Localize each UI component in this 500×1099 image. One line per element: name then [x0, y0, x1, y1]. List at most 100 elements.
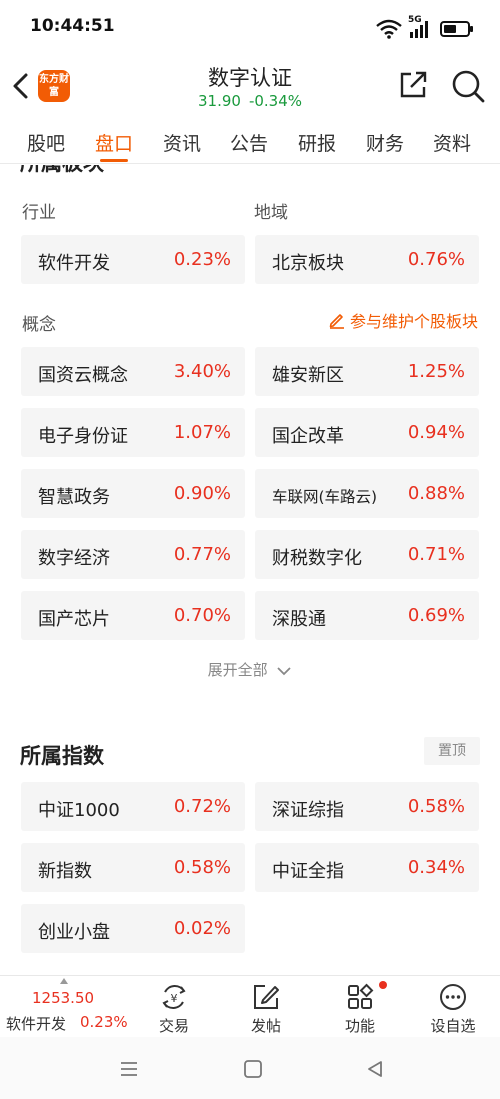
watchlist-icon: [440, 984, 466, 1010]
concept-name: 雄安新区: [272, 365, 344, 386]
concept-card[interactable]: 电子身份证 1.07%: [21, 408, 245, 457]
index-pct: 0.02%: [173, 918, 231, 939]
index-name: 新指数: [38, 861, 92, 882]
concept-name: 财税数字化: [272, 548, 362, 569]
industry-label: 行业: [22, 203, 56, 223]
menu-icon[interactable]: [118, 1059, 140, 1079]
concept-pct: 1.07%: [173, 422, 231, 443]
concept-pct: 0.71%: [407, 544, 465, 565]
app-logo: 东方财富: [38, 70, 70, 102]
concept-pct: 0.90%: [173, 483, 231, 504]
home-icon[interactable]: [242, 1059, 264, 1079]
concept-card[interactable]: 智慧政务 0.90%: [21, 469, 245, 518]
sector-quote-button[interactable]: 1253.50 软件开发 0.23%: [0, 976, 130, 1038]
sector-name: 软件开发: [38, 253, 110, 274]
index-section-title: 所属指数: [20, 744, 104, 768]
sector-price: 1253.50: [32, 989, 95, 1007]
status-icons: 5G: [376, 15, 474, 42]
concept-pct: 0.70%: [173, 605, 231, 626]
concept-name: 国产芯片: [38, 609, 110, 630]
concept-card[interactable]: 车联网(车路云) 0.88%: [255, 469, 479, 518]
top-bar: 数字认证 31.90 -0.34% 东方财富: [0, 58, 500, 118]
index-card[interactable]: 深证综指 0.58%: [255, 782, 479, 831]
concept-name: 车联网(车路云): [272, 488, 378, 506]
index-card[interactable]: 中证1000 0.72%: [21, 782, 245, 831]
index-pct: 0.34%: [407, 857, 465, 878]
caret-up-icon: [60, 978, 68, 984]
concept-name: 电子身份证: [38, 426, 128, 447]
concept-pct: 0.88%: [407, 483, 465, 504]
concept-pct: 0.69%: [407, 605, 465, 626]
index-name: 深证综指: [272, 800, 344, 821]
function-label: 功能: [344, 1017, 375, 1035]
concept-name: 数字经济: [38, 548, 110, 569]
post-icon: [254, 985, 279, 1009]
bottom-action-bar: 1253.50 软件开发 0.23% ¥ 交易 发帖 功能 设自选: [0, 975, 500, 1037]
concept-card[interactable]: 国资云概念 3.40%: [21, 347, 245, 396]
index-name: 创业小盘: [38, 922, 110, 943]
maintain-sector-link[interactable]: 参与维护个股板块: [328, 308, 478, 332]
post-button[interactable]: 发帖: [231, 980, 301, 1038]
concept-card[interactable]: 财税数字化 0.71%: [255, 530, 479, 579]
wifi-icon: [376, 19, 402, 39]
index-pct: 0.72%: [173, 796, 231, 817]
sector-pct: 0.23%: [80, 1013, 128, 1031]
index-pct: 0.58%: [173, 857, 231, 878]
notification-dot: [379, 981, 387, 989]
sector-name: 软件开发: [6, 1015, 67, 1033]
tab-pankou[interactable]: 盘口: [95, 129, 133, 156]
region-card[interactable]: 北京板块 0.76%: [255, 235, 479, 284]
concept-card[interactable]: 数字经济 0.77%: [21, 530, 245, 579]
tab-finance[interactable]: 财务: [366, 129, 404, 156]
concept-name: 深股通: [272, 609, 326, 630]
industry-card[interactable]: 软件开发 0.23%: [21, 235, 245, 284]
sector-heading: 所属板块: [20, 165, 104, 177]
concept-name: 智慧政务: [38, 487, 110, 508]
concept-pct: 1.25%: [407, 361, 465, 382]
sector-name: 北京板块: [272, 253, 344, 274]
tab-news[interactable]: 资讯: [163, 129, 201, 156]
concept-pct: 0.77%: [173, 544, 231, 565]
index-card[interactable]: 创业小盘 0.02%: [21, 904, 245, 953]
tab-profile[interactable]: 资料: [433, 129, 471, 156]
back-triangle-icon[interactable]: [364, 1059, 386, 1079]
svg-text:¥: ¥: [171, 992, 178, 1005]
concept-pct: 3.40%: [173, 361, 231, 382]
tab-research[interactable]: 研报: [298, 129, 336, 156]
edit-pencil-icon: [329, 314, 344, 329]
battery-icon: [440, 21, 473, 37]
concept-label: 概念: [22, 315, 56, 335]
concept-card[interactable]: 国企改革 0.94%: [255, 408, 479, 457]
trade-label: 交易: [158, 1017, 189, 1035]
pin-top-button[interactable]: 置顶: [424, 737, 480, 765]
status-bar: 10:44:51 5G: [0, 0, 500, 58]
stock-change-pct: -0.34%: [248, 92, 303, 110]
search-icon[interactable]: [450, 68, 486, 104]
concept-card[interactable]: 国产芯片 0.70%: [21, 591, 245, 640]
trade-button[interactable]: ¥ 交易: [139, 980, 209, 1038]
sector-pct: 0.76%: [407, 249, 465, 270]
index-card[interactable]: 新指数 0.58%: [21, 843, 245, 892]
concept-card[interactable]: 雄安新区 1.25%: [255, 347, 479, 396]
system-nav-bar: [0, 1037, 500, 1099]
expand-all-label: 展开全部: [207, 661, 268, 679]
watchlist-label: 设自选: [430, 1017, 476, 1035]
index-card[interactable]: 中证全指 0.34%: [255, 843, 479, 892]
concept-name: 国资云概念: [38, 365, 128, 386]
tab-announcements[interactable]: 公告: [230, 129, 268, 156]
stock-price: 31.90: [197, 92, 241, 110]
region-label: 地域: [254, 203, 288, 223]
status-time: 10:44:51: [30, 16, 115, 36]
add-watchlist-button[interactable]: 设自选: [418, 980, 488, 1038]
tab-guba[interactable]: 股吧: [27, 129, 65, 156]
concept-pct: 0.94%: [407, 422, 465, 443]
expand-all-button[interactable]: 展开全部: [0, 659, 500, 680]
function-button[interactable]: 功能: [325, 980, 395, 1038]
back-arrow-icon[interactable]: [8, 70, 36, 102]
sector-content: 所属板块 行业 地域 软件开发 0.23% 北京板块 0.76% 概念 参与维护…: [0, 165, 500, 975]
concept-name: 国企改革: [272, 426, 344, 447]
post-label: 发帖: [250, 1017, 281, 1035]
share-icon[interactable]: [398, 70, 428, 100]
maintain-sector-label: 参与维护个股板块: [349, 312, 478, 331]
concept-card[interactable]: 深股通 0.69%: [255, 591, 479, 640]
